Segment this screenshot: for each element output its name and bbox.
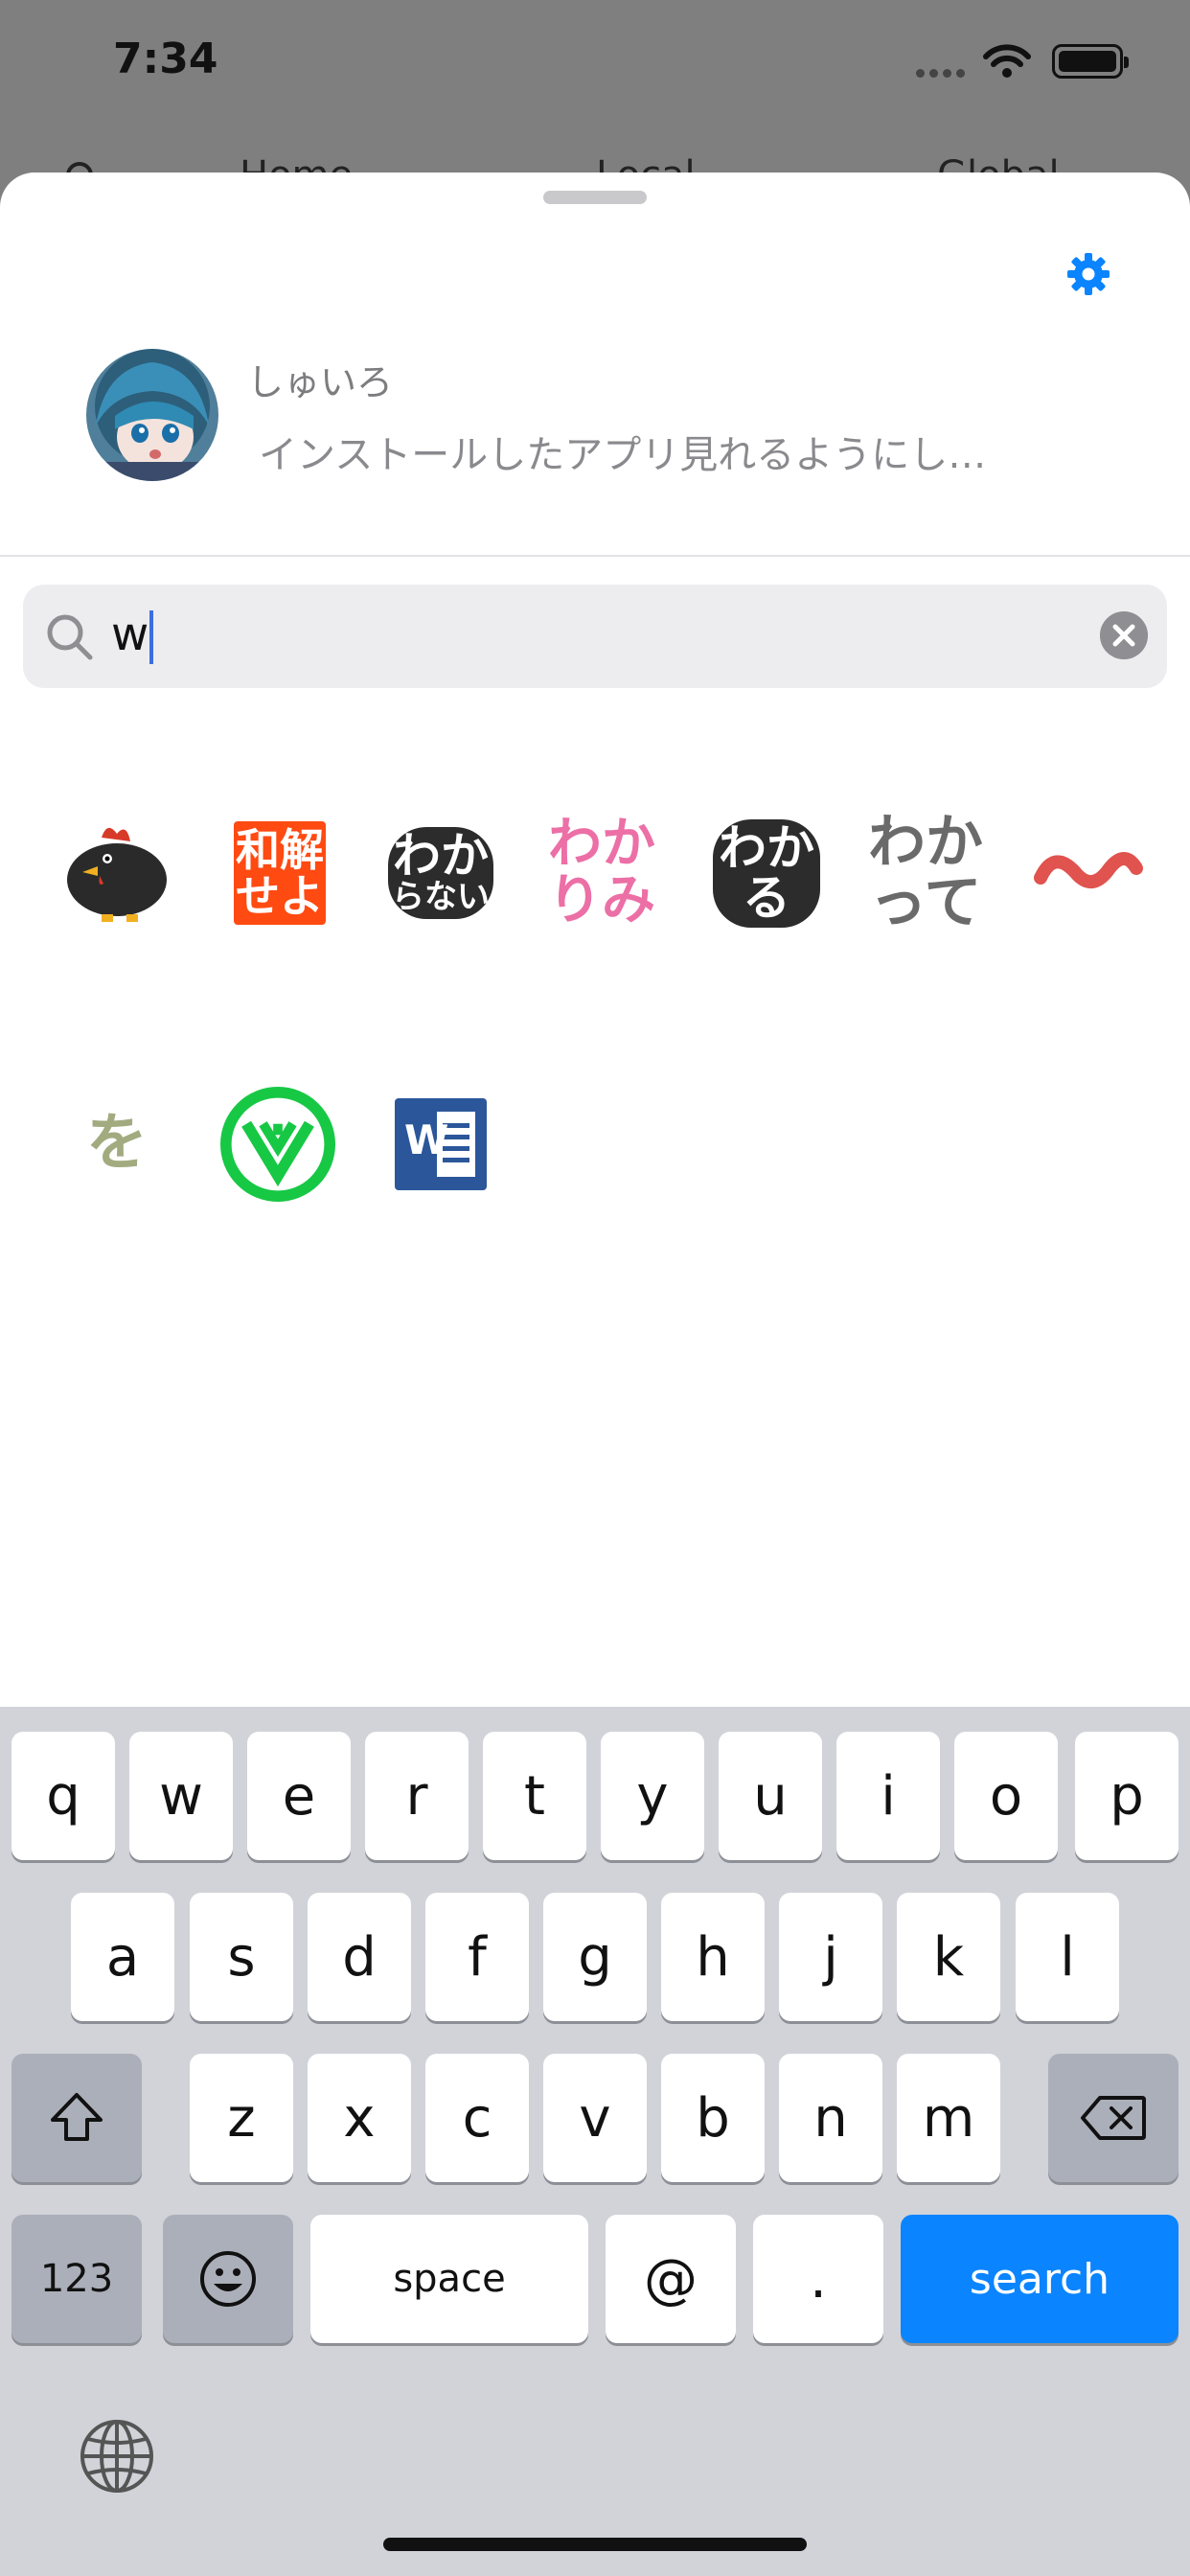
key-n[interactable]: n [779,2054,882,2182]
key-l[interactable]: l [1016,1893,1119,2021]
composer-message-preview: インストールしたアプリ見れるようにし… [259,433,987,477]
composer-username: しゅいろ [247,361,394,403]
wave-emoji[interactable] [1031,816,1146,931]
wo-emoji[interactable]: を [59,1087,174,1202]
key-h[interactable]: h [661,1893,765,2021]
key-k[interactable]: k [897,1893,1000,2021]
shift-icon [51,2093,103,2141]
key-a[interactable]: a [71,1893,174,2021]
wakai-seyo-emoji[interactable]: 和解 せよ [222,816,337,931]
wealthsimple-emoji[interactable] [220,1087,335,1202]
key-s[interactable]: s [190,1893,293,2021]
emoji-search-field[interactable]: w [23,585,1167,688]
search-input[interactable]: w [111,608,154,664]
wakaranai-emoji[interactable]: わか らない [383,816,498,931]
key-x[interactable]: x [308,2054,411,2182]
key-z[interactable]: z [190,2054,293,2182]
key-b[interactable]: b [661,2054,765,2182]
wifi-icon [983,44,1031,78]
key-j[interactable]: j [779,1893,882,2021]
backspace-icon [1081,2096,1146,2140]
key-c[interactable]: c [425,2054,529,2182]
clear-search-icon[interactable] [1100,611,1148,659]
key-g[interactable]: g [543,1893,647,2021]
wakatte-emoji[interactable]: わか って [868,813,983,933]
period-key[interactable]: . [753,2215,883,2343]
smiley-icon [200,2251,256,2307]
search-key[interactable]: search [901,2215,1179,2343]
key-d[interactable]: d [308,1893,411,2021]
status-bar: 7:34 [0,0,1190,134]
sheet-grabber[interactable] [543,191,647,204]
signal-icon [916,63,970,81]
key-e[interactable]: e [247,1732,351,1860]
key-t[interactable]: t [483,1732,586,1860]
key-f[interactable]: f [425,1893,529,2021]
divider [0,555,1190,557]
space-key[interactable]: space [310,2215,588,2343]
key-p[interactable]: p [1075,1732,1179,1860]
key-o[interactable]: o [954,1732,1058,1860]
keyboard: q w e r t y u i o p a s d f g h j k l z … [0,1707,1190,2576]
key-r[interactable]: r [365,1732,469,1860]
home-indicator[interactable] [383,2538,807,2551]
avatar [86,349,218,481]
numbers-key[interactable]: 123 [11,2215,142,2343]
shift-key[interactable] [11,2054,142,2182]
key-q[interactable]: q [11,1732,115,1860]
globe-icon[interactable] [79,2418,155,2495]
search-query: w [111,608,149,661]
text-caret [149,610,154,664]
battery-icon [1052,44,1129,79]
status-time: 7:34 [113,34,218,83]
chicken-emoji[interactable] [57,816,172,931]
wakarimi-emoji[interactable]: わか りみ [544,816,659,931]
key-u[interactable]: u [719,1732,822,1860]
key-y[interactable]: y [601,1732,704,1860]
search-icon [47,614,93,660]
wakaru-emoji[interactable]: わか る [709,816,824,931]
delete-key[interactable] [1048,2054,1179,2182]
key-v[interactable]: v [543,2054,647,2182]
gear-icon[interactable] [1065,251,1111,297]
key-i[interactable]: i [836,1732,940,1860]
key-w[interactable]: w [129,1732,233,1860]
word-emoji[interactable]: W [383,1087,498,1202]
emoji-key[interactable] [163,2215,293,2343]
key-m[interactable]: m [897,2054,1000,2182]
at-key[interactable]: @ [606,2215,736,2343]
